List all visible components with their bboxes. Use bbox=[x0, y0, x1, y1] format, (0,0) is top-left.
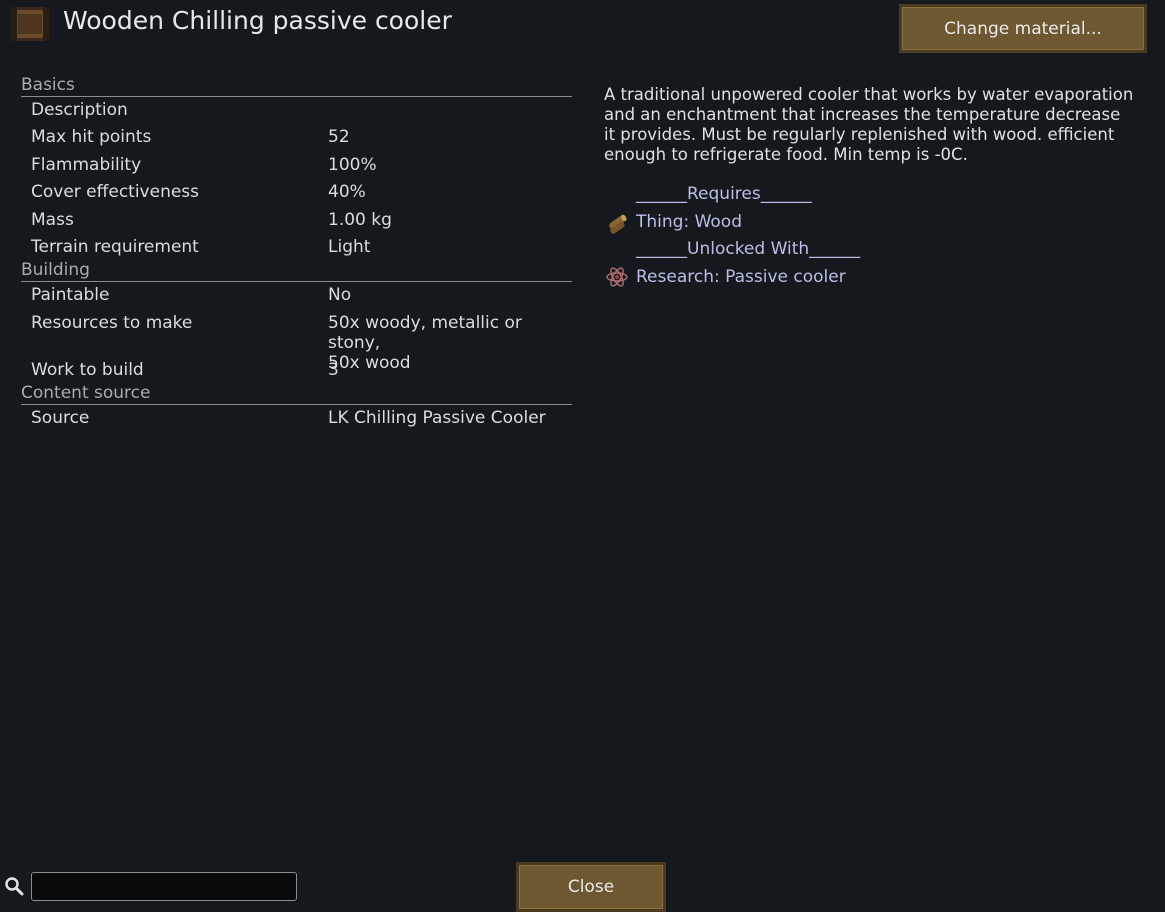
atom-icon bbox=[605, 265, 629, 289]
stat-label: Work to build bbox=[31, 360, 144, 380]
description-text: A traditional unpowered cooler that work… bbox=[604, 85, 1134, 164]
stat-row-source[interactable]: Source LK Chilling Passive Cooler bbox=[21, 408, 572, 432]
section-header: Content source bbox=[21, 382, 572, 405]
stat-label: Paintable bbox=[31, 285, 110, 305]
stat-value: 3 bbox=[328, 360, 339, 380]
stats-panel: Basics Description Max hit points 52 Fla… bbox=[21, 74, 572, 432]
stat-value: LK Chilling Passive Cooler bbox=[328, 408, 546, 428]
research-link[interactable]: Research: Passive cooler bbox=[636, 267, 846, 287]
section-content-source: Content source Source LK Chilling Passiv… bbox=[21, 382, 572, 432]
stat-label: Terrain requirement bbox=[31, 237, 199, 257]
search-input[interactable] bbox=[31, 872, 297, 901]
stat-value: 100% bbox=[328, 155, 377, 175]
stat-row-resources-to-make[interactable]: Resources to make 50x woody, metallic or… bbox=[21, 313, 572, 373]
stat-row-max-hit-points[interactable]: Max hit points 52 bbox=[21, 127, 572, 155]
stat-row-description[interactable]: Description bbox=[21, 100, 572, 127]
stat-row-mass[interactable]: Mass 1.00 kg bbox=[21, 210, 572, 237]
search-icon bbox=[4, 876, 24, 896]
stat-row-work-to-build[interactable]: Work to build 3 bbox=[21, 360, 572, 382]
stat-value: 1.00 kg bbox=[328, 210, 392, 230]
stat-label: Resources to make bbox=[31, 313, 193, 333]
stat-value: Light bbox=[328, 237, 371, 257]
change-material-button[interactable]: Change material... bbox=[899, 4, 1147, 53]
wood-log-icon bbox=[605, 210, 629, 234]
stat-value: No bbox=[328, 285, 352, 305]
stat-value: 52 bbox=[328, 127, 350, 147]
stat-value: 40% bbox=[328, 182, 366, 202]
stat-label: Cover effectiveness bbox=[31, 182, 200, 202]
section-header: Basics bbox=[21, 74, 572, 97]
stat-label: Max hit points bbox=[31, 127, 152, 147]
unlocked-with-header: ______Unlocked With______ bbox=[636, 239, 861, 259]
page-title: Wooden Chilling passive cooler bbox=[63, 6, 452, 35]
stat-row-cover-effectiveness[interactable]: Cover effectiveness 40% bbox=[21, 182, 572, 210]
stat-label: Description bbox=[31, 100, 128, 120]
stat-label: Source bbox=[31, 408, 90, 428]
stat-row-flammability[interactable]: Flammability 100% bbox=[21, 155, 572, 182]
requires-thing-link[interactable]: Thing: Wood bbox=[636, 212, 742, 232]
wooden-cooler-icon bbox=[10, 4, 50, 44]
stat-row-paintable[interactable]: Paintable No bbox=[21, 285, 572, 313]
section-basics: Basics Description Max hit points 52 Fla… bbox=[21, 74, 572, 259]
section-building: Building Paintable No Resources to make … bbox=[21, 259, 572, 382]
stat-label: Flammability bbox=[31, 155, 142, 175]
requires-header: ______Requires______ bbox=[636, 184, 812, 204]
stat-row-terrain-requirement[interactable]: Terrain requirement Light bbox=[21, 237, 572, 259]
stat-label: Mass bbox=[31, 210, 74, 230]
section-header: Building bbox=[21, 259, 572, 282]
